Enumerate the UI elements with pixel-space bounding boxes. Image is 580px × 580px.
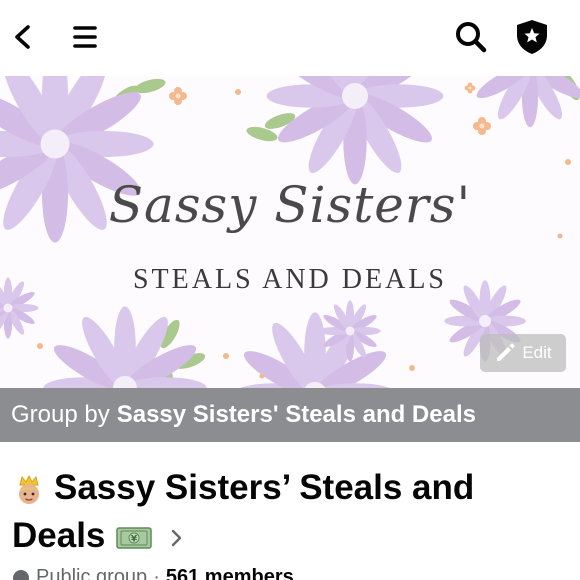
globe-icon	[13, 569, 29, 580]
cover-subtitle: STEALS AND DEALS	[132, 264, 447, 295]
admin-shield-icon	[517, 20, 547, 54]
meta-separator: ·	[153, 566, 160, 580]
pencil-icon	[497, 343, 515, 361]
princess-emoji-icon	[19, 474, 39, 504]
group-name-line1: Sassy Sisters’ Steals and	[54, 468, 475, 507]
group-privacy: Public group	[36, 566, 148, 580]
group-name[interactable]: Sassy Sisters’ Steals and Deals ¥	[12, 464, 572, 560]
group-by-prefix: Group by	[11, 401, 110, 428]
group-by-bar[interactable]: Group by Sassy Sisters' Steals and Deals	[0, 388, 580, 442]
member-count[interactable]: 561 members	[166, 566, 294, 580]
chevron-right-icon	[172, 529, 182, 546]
menu-button[interactable]	[62, 14, 108, 60]
search-button[interactable]	[448, 14, 494, 60]
search-icon	[456, 22, 487, 53]
svg-text:¥: ¥	[131, 534, 138, 544]
back-icon	[15, 25, 30, 49]
group-name-line2: Deals	[12, 516, 106, 555]
admin-tools-button[interactable]	[509, 14, 555, 60]
group-owner-name[interactable]: Sassy Sisters' Steals and Deals	[117, 401, 476, 429]
edit-cover-button[interactable]: Edit	[480, 334, 566, 372]
top-bar	[0, 0, 580, 76]
group-meta: Public group · 561 members	[12, 566, 294, 580]
cover-title: Sassy Sisters'	[108, 176, 472, 234]
back-button[interactable]	[0, 14, 46, 60]
cover-photo: Sassy Sisters' STEALS AND DEALS Edit	[0, 76, 580, 388]
money-emoji-icon: ¥	[116, 527, 153, 549]
edit-label: Edit	[522, 343, 552, 362]
menu-icon	[73, 26, 97, 48]
